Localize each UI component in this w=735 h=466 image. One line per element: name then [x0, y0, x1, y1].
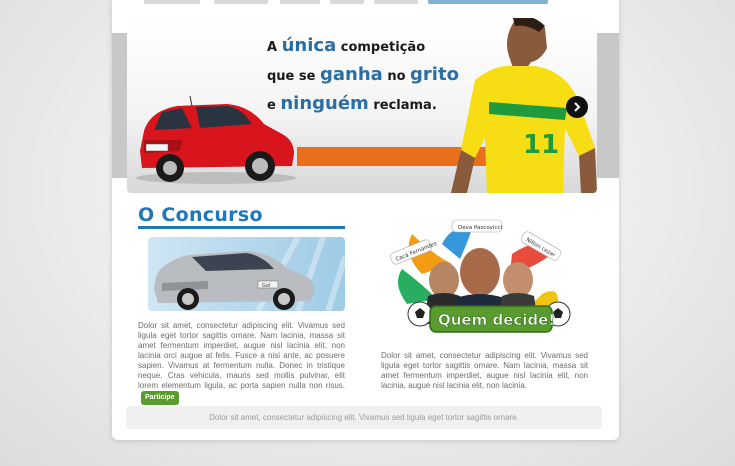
judges-graphic: Cacá Fernandes Deva Pascovicci Nilton ce…	[390, 219, 571, 333]
title-underline	[138, 226, 345, 229]
section-title: O Concurso	[138, 204, 263, 226]
soccer-ball-icon	[407, 301, 433, 327]
nav-tab-3[interactable]	[280, 0, 320, 4]
judge-name-center: Deva Pascovicci	[458, 225, 503, 231]
nav-tab-6[interactable]	[428, 0, 548, 4]
quem-decide-banner: Quem decide!	[438, 311, 555, 329]
slogan-text: que se	[267, 69, 320, 84]
slogan-text: reclama.	[368, 98, 437, 113]
footer-text: Dolor sit amet, consectetur adipiscing e…	[209, 413, 519, 422]
nav-tab-2[interactable]	[214, 0, 268, 4]
participe-button[interactable]: Participe	[141, 391, 179, 405]
red-car-image	[136, 96, 296, 184]
nav-tab-1[interactable]	[144, 0, 200, 4]
top-nav	[112, 0, 619, 6]
page-container: A única competição que se ganha no grito…	[112, 0, 619, 440]
silver-car-graphic: Gol	[154, 237, 345, 311]
hero-banner: A única competição que se ganha no grito…	[127, 18, 597, 193]
car-badge: Gol	[262, 283, 270, 289]
judges-description: Dolor sit amet, consectetur adipiscing e…	[381, 351, 588, 390]
slogan-highlight: ganha	[319, 64, 383, 85]
judge-tag-center: Deva Pascovicci	[451, 219, 503, 233]
jersey-number: 11	[523, 130, 559, 160]
slogan-text: competição	[336, 40, 426, 55]
slider-next-button[interactable]	[566, 96, 588, 118]
concurso-description: Dolor sit amet, consectetur adipiscing e…	[138, 321, 345, 405]
concurso-text: Dolor sit amet, consectetur adipiscing e…	[138, 321, 345, 390]
chevron-right-icon	[574, 102, 581, 112]
nav-tab-5[interactable]	[374, 0, 418, 4]
slogan-highlight: única	[281, 35, 337, 56]
silver-car-image: Gol	[148, 237, 345, 311]
nav-tab-4[interactable]	[330, 0, 364, 4]
slogan-text: A	[267, 40, 282, 55]
slogan-text: no	[382, 69, 411, 84]
footer-bar: Dolor sit amet, consectetur adipiscing e…	[126, 406, 602, 429]
